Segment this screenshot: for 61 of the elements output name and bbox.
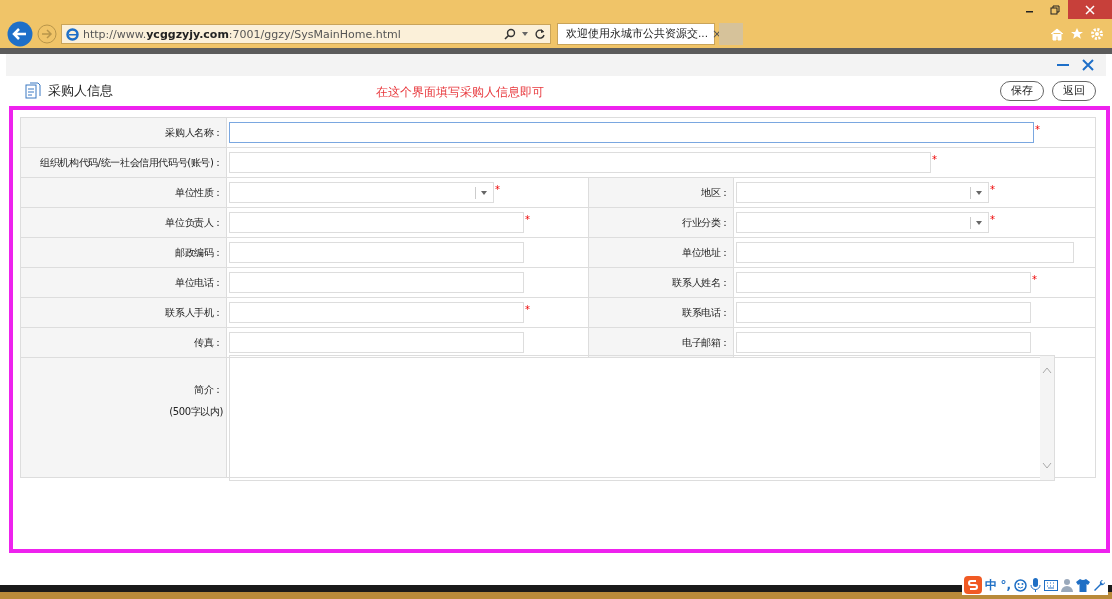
smiley-icon[interactable] (1014, 578, 1027, 592)
close-button[interactable] (1068, 0, 1112, 19)
shirt-icon[interactable] (1076, 578, 1090, 592)
field-label: 地区： (589, 178, 734, 208)
field-label: 联系电话： (589, 298, 734, 328)
restore-icon[interactable] (1050, 4, 1060, 15)
chevron-down-icon[interactable] (1042, 461, 1052, 470)
required-mark: * (932, 154, 937, 165)
required-mark: * (1035, 124, 1040, 135)
new-tab-button[interactable] (719, 23, 743, 45)
panel-title: 采购人信息 (48, 82, 113, 100)
close-icon[interactable] (1082, 59, 1094, 71)
refresh-icon[interactable] (534, 28, 546, 40)
field-label: 单位性质： (21, 178, 227, 208)
ime-logo-icon[interactable] (964, 576, 983, 594)
chevron-up-icon[interactable] (1042, 365, 1052, 374)
field-label: 简介： (194, 382, 223, 397)
close-icon (1085, 4, 1095, 15)
settings-icon[interactable] (1090, 27, 1104, 41)
back-button[interactable]: 返回 (1052, 81, 1096, 101)
browser-logo-icon (66, 27, 79, 41)
required-mark: * (990, 184, 995, 195)
required-mark: * (495, 184, 500, 195)
back-icon[interactable] (7, 21, 33, 47)
select-field[interactable] (736, 182, 989, 203)
ime-mode[interactable]: 中 (985, 576, 998, 594)
address-text: http://www.ycggzyjy.com:7001/ggzy/SysMainHome.html (83, 27, 402, 41)
microphone-icon[interactable] (1030, 578, 1041, 592)
star-icon[interactable] (1070, 27, 1084, 41)
input-field[interactable] (229, 122, 1034, 143)
select-field[interactable] (736, 212, 989, 233)
search-icon[interactable] (504, 28, 516, 40)
field-label: 联系人姓名： (589, 268, 734, 298)
address-bar[interactable]: http://www.ycggzyjy.com:7001/ggzy/SysMainHome.html (61, 24, 551, 44)
ime-punctuation[interactable]: °, (1000, 578, 1011, 592)
document-icon (24, 82, 42, 100)
keyboard-icon[interactable] (1044, 579, 1058, 591)
select-field[interactable] (229, 182, 494, 203)
field-label: 联系人手机： (21, 298, 227, 328)
field-label: 电子邮箱： (589, 328, 734, 358)
forward-icon[interactable] (37, 24, 57, 44)
field-label: 邮政编码： (21, 238, 227, 268)
field-label: 单位负责人： (21, 208, 227, 238)
wrench-icon[interactable] (1093, 578, 1106, 592)
field-label: 单位电话： (21, 268, 227, 298)
field-label: 行业分类： (589, 208, 734, 238)
save-button[interactable]: 保存 (1000, 81, 1044, 101)
home-icon[interactable] (1050, 27, 1064, 41)
required-mark: * (525, 304, 530, 315)
field-label: 单位地址： (589, 238, 734, 268)
user-icon[interactable] (1061, 578, 1073, 592)
required-mark: * (525, 214, 530, 225)
field-label: 采购人名称： (21, 118, 227, 148)
textarea-field[interactable] (229, 354, 1055, 481)
field-label: 传真： (21, 328, 227, 358)
required-mark: * (1032, 274, 1037, 285)
required-mark: * (990, 214, 995, 225)
length-hint: (500字以内) (169, 404, 223, 419)
tab-title: 欢迎使用永城市公共资源交... (566, 27, 708, 41)
field-label: 组织机构代码/统一社会信用代码号(账号)： (21, 148, 227, 178)
instruction-note: 在这个界面填写采购人信息即可 (376, 84, 544, 101)
